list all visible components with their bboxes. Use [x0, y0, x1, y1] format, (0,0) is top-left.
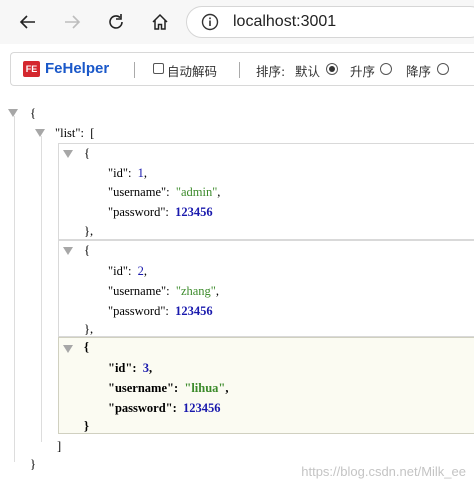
field-id: "id": 2, [108, 264, 148, 278]
root-open-brace: { [30, 106, 36, 120]
field-id: "id": 1, [108, 166, 148, 180]
field-username: "username": "zhang", [108, 284, 220, 298]
home-button[interactable] [146, 8, 174, 36]
sort-option-asc-label[interactable]: 升序 [350, 61, 375, 80]
sort-option-desc-label[interactable]: 降序 [406, 61, 431, 80]
collapse-toggle-item-3[interactable] [63, 345, 73, 353]
reload-icon [109, 14, 123, 29]
field-value: 3 [142, 361, 149, 375]
collapse-toggle-list[interactable] [35, 129, 45, 137]
info-icon[interactable] [201, 13, 219, 31]
collapse-toggle-item-1[interactable] [63, 150, 73, 158]
indent-guide [41, 136, 42, 442]
divider [239, 62, 240, 78]
field-value: 1 [137, 166, 144, 180]
arrow-left-icon [19, 15, 35, 29]
forward-button[interactable] [58, 8, 86, 36]
divider [134, 62, 135, 78]
field-password: "password": 123456 [108, 304, 213, 318]
auto-decode-checkbox[interactable] [153, 63, 164, 74]
reload-button[interactable] [102, 8, 130, 36]
item-open-brace: { [84, 243, 90, 257]
field-password: "password": 123456 [108, 401, 221, 415]
item-close-brace: } [84, 419, 89, 433]
item-close-brace: }, [84, 224, 94, 238]
collapse-toggle-root[interactable] [8, 109, 18, 117]
indent-guide [14, 116, 15, 462]
field-password: "password": 123456 [108, 205, 213, 219]
url-text: localhost:3001 [233, 13, 337, 30]
back-button[interactable] [14, 8, 42, 36]
field-username: "username": "lihua", [108, 381, 229, 395]
field-id: "id": 3, [108, 361, 153, 375]
field-value: 123456 [175, 304, 213, 318]
browser-toolbar: localhost:3001 [0, 0, 474, 44]
fehelper-bar: FE FeHelper 自动解码 排序: 默认 升序 降序 [10, 52, 474, 86]
sort-option-default-radio[interactable] [326, 63, 338, 75]
root-close-brace: } [30, 457, 36, 471]
list-key: "list" [55, 126, 81, 140]
fehelper-title[interactable]: FeHelper [45, 60, 109, 77]
list-key-line: "list": [ [55, 126, 95, 140]
item-close-brace: }, [84, 322, 94, 336]
json-viewer: { "list": [ { "id": 1, "username": "admi… [0, 96, 474, 487]
item-open-brace: { [84, 340, 89, 354]
sort-label: 排序: [256, 64, 286, 79]
list-open-bracket: [ [90, 126, 95, 140]
watermark: https://blog.csdn.net/Milk_ee [301, 464, 466, 479]
field-username: "username": "admin", [108, 185, 221, 199]
sort-option-default-label[interactable]: 默认 [295, 61, 320, 80]
sort-option-asc-radio[interactable] [380, 63, 392, 75]
list-close-bracket: ] [57, 439, 62, 453]
field-value: "admin" [175, 185, 218, 199]
field-value: "zhang" [175, 284, 216, 298]
sort-option-desc-radio[interactable] [437, 63, 449, 75]
collapse-toggle-item-2[interactable] [63, 247, 73, 255]
auto-decode-label[interactable]: 自动解码 [167, 61, 217, 80]
fehelper-logo: FE [23, 61, 40, 77]
item-open-brace: { [84, 146, 90, 160]
home-icon [152, 13, 168, 30]
field-value: 2 [137, 264, 144, 278]
address-bar[interactable]: localhost:3001 [186, 6, 474, 38]
field-value: "lihua" [184, 381, 226, 395]
field-value: 123456 [183, 401, 221, 415]
field-value: 123456 [175, 205, 213, 219]
arrow-right-icon [65, 15, 81, 29]
